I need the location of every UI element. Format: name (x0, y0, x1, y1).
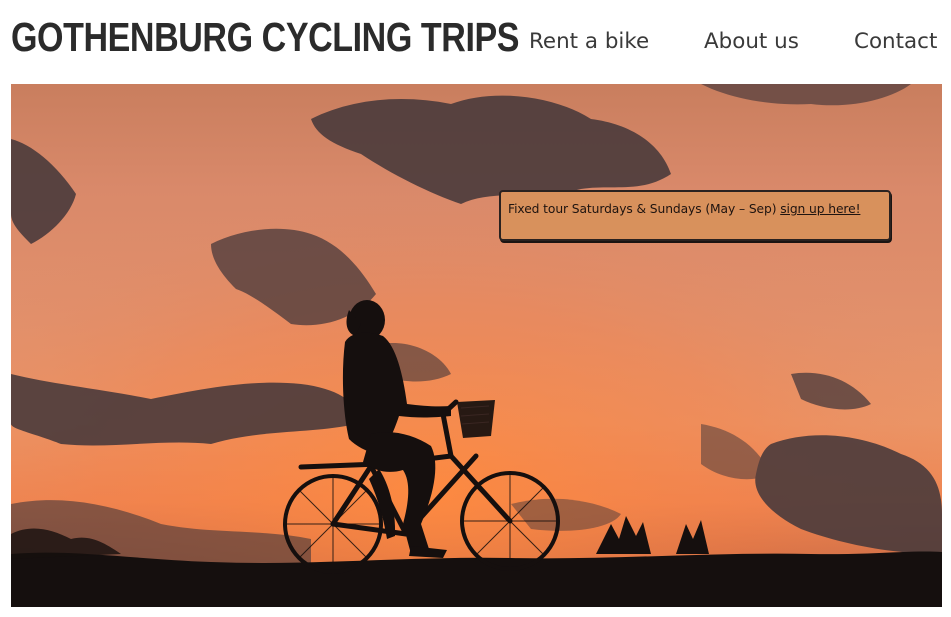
tour-notice-text: Fixed tour Saturdays & Sundays (May – Se… (508, 202, 777, 216)
main-nav: Rent a bike About us Contact (0, 26, 951, 56)
tour-notice: Fixed tour Saturdays & Sundays (May – Se… (499, 190, 891, 241)
sign-up-link[interactable]: sign up here! (780, 202, 860, 216)
hero-banner: Fixed tour Saturdays & Sundays (May – Se… (11, 84, 942, 607)
hero-image (11, 84, 942, 607)
nav-contact[interactable]: Contact (854, 26, 937, 56)
basket-silhouette (457, 400, 495, 438)
nav-about-us[interactable]: About us (704, 26, 799, 56)
nav-rent-a-bike[interactable]: Rent a bike (529, 26, 649, 56)
site-header: GOTHENBURG CYCLING TRIPS Rent a bike Abo… (0, 0, 951, 84)
